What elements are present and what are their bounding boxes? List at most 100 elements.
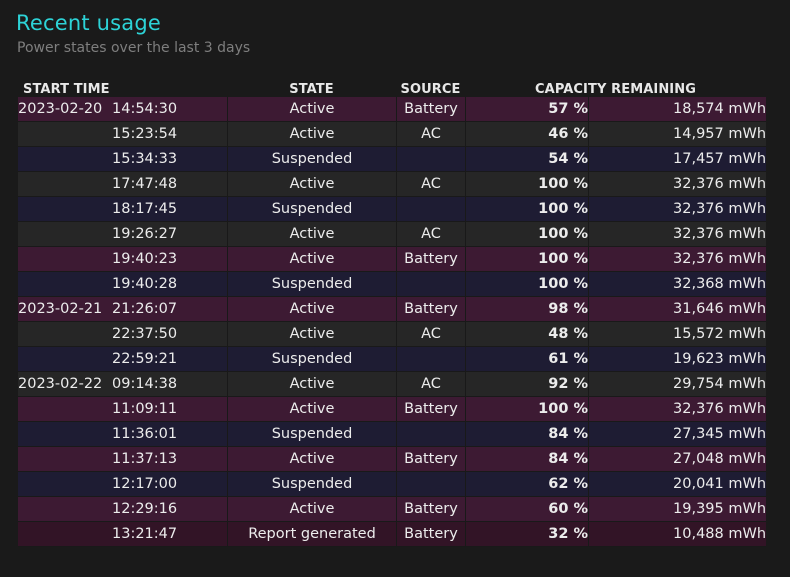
start-time: 17:47:48	[112, 176, 178, 192]
capacity-percent-cell: 100 %	[465, 172, 588, 197]
capacity-percent-cell: 32 %	[465, 522, 588, 547]
source-cell	[396, 197, 465, 222]
capacity-energy-cell: 32,376 mWh	[588, 197, 767, 222]
source-cell	[396, 347, 465, 372]
source-cell: AC	[396, 372, 465, 397]
column-header-start-time: START TIME	[23, 82, 110, 97]
page-subtitle: Power states over the last 3 days	[17, 40, 251, 56]
capacity-percent-cell: 84 %	[465, 447, 588, 472]
capacity-energy-cell: 17,457 mWh	[588, 147, 767, 172]
page-title: Recent usage	[16, 11, 162, 35]
table-row: 2023-02-21 21:26:07 Active Battery 98 % 31,64…	[18, 297, 767, 322]
state-cell: Report generated	[227, 522, 396, 547]
start-time-cell: 12:29:16	[18, 497, 227, 522]
state-cell: Suspended	[227, 197, 396, 222]
start-date: 2023-02-21	[18, 301, 103, 317]
start-time: 11:37:13	[112, 451, 178, 467]
table-row: 18:17:45 Suspended 100 % 32,376 mWh	[18, 197, 767, 222]
capacity-energy-cell: 19,395 mWh	[588, 497, 767, 522]
capacity-percent-cell: 100 %	[465, 197, 588, 222]
source-cell: Battery	[396, 247, 465, 272]
table-row: 13:21:47 Report generated Battery 32 % 10,48…	[18, 522, 767, 547]
state-cell: Active	[227, 222, 396, 247]
start-time: 11:36:01	[112, 426, 178, 442]
capacity-percent-cell: 62 %	[465, 472, 588, 497]
state-cell: Active	[227, 447, 396, 472]
state-cell: Active	[227, 397, 396, 422]
start-time-cell: 18:17:45	[18, 197, 227, 222]
source-cell	[396, 422, 465, 447]
capacity-energy-cell: 31,646 mWh	[588, 297, 767, 322]
start-time-cell: 22:37:50	[18, 322, 227, 347]
state-cell: Suspended	[227, 147, 396, 172]
column-header-source: SOURCE	[400, 82, 461, 97]
table-row: 19:26:27 Active AC 100 % 32,376 mWh	[18, 222, 767, 247]
table-header-row: START TIME STATE SOURCE CAPACITY REMAINI…	[18, 76, 766, 97]
start-time: 15:34:33	[112, 151, 178, 167]
start-time: 19:40:23	[112, 251, 178, 267]
capacity-energy-cell: 32,376 mWh	[588, 172, 767, 197]
table-row: 11:37:13 Active Battery 84 % 27,048 mWh	[18, 447, 767, 472]
source-cell	[396, 272, 465, 297]
start-time-cell: 22:59:21	[18, 347, 227, 372]
column-header-capacity-remaining: CAPACITY REMAINING	[535, 82, 696, 97]
state-cell: Active	[227, 297, 396, 322]
state-cell: Suspended	[227, 472, 396, 497]
state-cell: Active	[227, 322, 396, 347]
capacity-energy-cell: 29,754 mWh	[588, 372, 767, 397]
source-cell: Battery	[396, 397, 465, 422]
capacity-percent-cell: 100 %	[465, 247, 588, 272]
table-row: 19:40:23 Active Battery 100 % 32,376 mWh	[18, 247, 767, 272]
capacity-energy-cell: 20,041 mWh	[588, 472, 767, 497]
capacity-percent-cell: 98 %	[465, 297, 588, 322]
start-time: 22:37:50	[112, 326, 178, 342]
table-row: 11:36:01 Suspended 84 % 27,345 mWh	[18, 422, 767, 447]
table-row: 22:37:50 Active AC 48 % 15,572 mWh	[18, 322, 767, 347]
source-cell: AC	[396, 172, 465, 197]
source-cell: Battery	[396, 447, 465, 472]
capacity-percent-cell: 46 %	[465, 122, 588, 147]
capacity-percent-cell: 100 %	[465, 222, 588, 247]
start-time-cell: 15:34:33	[18, 147, 227, 172]
capacity-energy-cell: 32,376 mWh	[588, 247, 767, 272]
capacity-energy-cell: 10,488 mWh	[588, 522, 767, 547]
start-time-cell: 2023-02-21 21:26:07	[18, 297, 227, 322]
state-cell: Suspended	[227, 422, 396, 447]
state-cell: Active	[227, 497, 396, 522]
capacity-percent-cell: 100 %	[465, 272, 588, 297]
recent-usage-table: START TIME STATE SOURCE CAPACITY REMAINI…	[18, 76, 767, 547]
capacity-energy-cell: 18,574 mWh	[588, 97, 767, 122]
start-time: 14:54:30	[112, 101, 178, 117]
source-cell: Battery	[396, 297, 465, 322]
start-time: 21:26:07	[112, 301, 178, 317]
source-cell	[396, 472, 465, 497]
capacity-energy-cell: 32,376 mWh	[588, 397, 767, 422]
table-row: 15:34:33 Suspended 54 % 17,457 mWh	[18, 147, 767, 172]
start-time: 09:14:38	[112, 376, 178, 392]
table-row: 17:47:48 Active AC 100 % 32,376 mWh	[18, 172, 767, 197]
table-row: 15:23:54 Active AC 46 % 14,957 mWh	[18, 122, 767, 147]
capacity-energy-cell: 14,957 mWh	[588, 122, 767, 147]
start-time-cell: 15:23:54	[18, 122, 227, 147]
start-date: 2023-02-22	[18, 376, 103, 392]
start-time: 15:23:54	[112, 126, 178, 142]
start-time-cell: 2023-02-20 14:54:30	[18, 97, 227, 122]
start-time-cell: 13:21:47	[18, 522, 227, 547]
capacity-energy-cell: 32,376 mWh	[588, 222, 767, 247]
capacity-percent-cell: 60 %	[465, 497, 588, 522]
capacity-percent-cell: 61 %	[465, 347, 588, 372]
start-time: 19:26:27	[112, 226, 178, 242]
capacity-percent-cell: 100 %	[465, 397, 588, 422]
source-cell: AC	[396, 322, 465, 347]
capacity-percent-cell: 84 %	[465, 422, 588, 447]
capacity-energy-cell: 19,623 mWh	[588, 347, 767, 372]
table-row: 2023-02-20 14:54:30 Active Battery 57 % 18,57…	[18, 97, 767, 122]
source-cell: AC	[396, 122, 465, 147]
capacity-percent-cell: 54 %	[465, 147, 588, 172]
start-time-cell: 17:47:48	[18, 172, 227, 197]
table-row: 19:40:28 Suspended 100 % 32,368 mWh	[18, 272, 767, 297]
source-cell: Battery	[396, 497, 465, 522]
table-body: 2023-02-20 14:54:30 Active Battery 57 % 18,57…	[18, 97, 767, 547]
start-time-cell: 19:26:27	[18, 222, 227, 247]
capacity-energy-cell: 15,572 mWh	[588, 322, 767, 347]
